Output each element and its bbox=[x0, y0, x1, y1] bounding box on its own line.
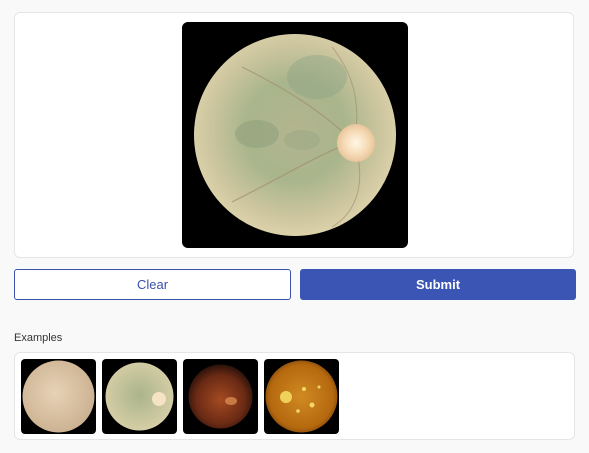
example-thumbnail-3[interactable] bbox=[183, 359, 258, 434]
submit-button[interactable]: Submit bbox=[300, 269, 576, 300]
examples-gallery bbox=[14, 352, 575, 440]
example-thumbnail-4[interactable] bbox=[264, 359, 339, 434]
image-input-panel[interactable] bbox=[14, 12, 574, 258]
page: Clear Submit Examples bbox=[0, 0, 589, 453]
fundus-image-pale-icon bbox=[22, 360, 95, 433]
example-thumbnail-1[interactable] bbox=[21, 359, 96, 434]
clear-button[interactable]: Clear bbox=[14, 269, 291, 300]
fundus-image-dark-red-icon bbox=[188, 364, 253, 429]
examples-label: Examples bbox=[14, 332, 63, 344]
example-thumbnail-2[interactable] bbox=[102, 359, 177, 434]
fundus-image bbox=[182, 22, 408, 248]
fundus-image-orange-lesions-icon bbox=[265, 360, 338, 433]
fundus-image-green-icon bbox=[105, 362, 174, 431]
